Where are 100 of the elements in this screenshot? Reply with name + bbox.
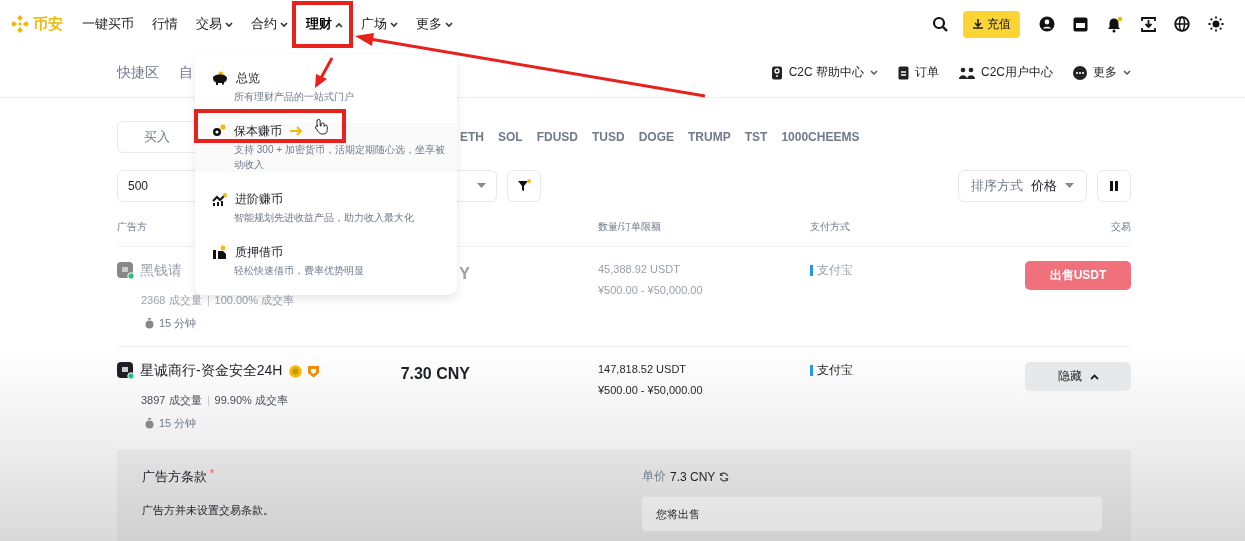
menu-item-title: 保本赚币	[234, 122, 282, 140]
nav-link[interactable]: 合约	[251, 15, 277, 33]
coin-tab[interactable]: TST	[744, 130, 768, 144]
chevron-down-icon[interactable]	[225, 21, 233, 28]
coin-tab[interactable]: 1000CHEEMS	[781, 130, 860, 144]
coin-tab[interactable]: DOGE	[638, 130, 675, 144]
wallet-icon[interactable]	[1073, 16, 1088, 32]
avatar-icon	[117, 262, 135, 280]
payment-method: 支付宝	[810, 365, 853, 376]
timer-icon	[145, 318, 154, 329]
required-mark: *	[210, 468, 214, 481]
coin-tab[interactable]: FDUSD	[536, 130, 578, 144]
timer-icon	[145, 418, 154, 429]
chevron-down-icon[interactable]	[445, 21, 453, 28]
more-icon	[1073, 65, 1087, 80]
subnav-link[interactable]: 自	[179, 63, 193, 82]
column-header: 广告方	[117, 220, 148, 234]
unit-price-label: 单价	[642, 468, 666, 485]
chevron-down-icon[interactable]	[280, 21, 288, 28]
hide-button[interactable]: 隐藏	[1025, 362, 1131, 391]
column-header: 交易	[1110, 220, 1131, 234]
search-icon[interactable]	[932, 16, 948, 32]
logo-icon	[10, 14, 30, 34]
hand-cursor-icon	[315, 118, 328, 135]
piggy-bank-icon	[212, 71, 228, 85]
deposit-button[interactable]: 充值	[963, 10, 1020, 38]
nav-link[interactable]: 交易	[196, 15, 222, 33]
arrow-right-icon	[290, 126, 303, 136]
pointer-arrow	[315, 57, 334, 88]
users-icon	[959, 65, 975, 80]
advertiser-name[interactable]: 星诚商行-资金安全24H	[140, 362, 283, 380]
column-header: 支付方式	[810, 220, 851, 234]
sort-dropdown[interactable]: 排序方式 价格	[958, 170, 1087, 202]
price-text: 7.30 CNY	[400, 365, 470, 383]
download-icon[interactable]	[1141, 16, 1156, 32]
globe-icon[interactable]	[1174, 16, 1190, 32]
bell-icon[interactable]	[1106, 15, 1123, 33]
menu-item[interactable]: 总览 所有理财产品的一站式门户	[195, 70, 457, 104]
theme-icon[interactable]	[1208, 16, 1224, 32]
help-icon	[770, 65, 783, 80]
coin-tab[interactable]: TRUMP	[688, 130, 731, 144]
document-icon	[898, 65, 909, 80]
terms-title: 广告方条款	[142, 468, 207, 486]
pause-icon	[1110, 181, 1118, 191]
terms-text: 广告方并未设置交易条款。	[142, 503, 275, 518]
sell-amount-field[interactable]: 您将出售	[642, 497, 1102, 531]
subnav-link[interactable]: C2C用户中心	[981, 64, 1053, 81]
price-text: Y	[458, 265, 470, 283]
nav-link[interactable]: 理财	[306, 15, 332, 33]
menu-item-title: 进阶赚币	[235, 190, 283, 208]
subnav-link[interactable]: C2C 帮助中心	[788, 64, 864, 81]
menu-item[interactable]: 质押借币 轻松快速借币，费率优势明显	[195, 244, 457, 278]
quantity-text: 45,388.92 USDT	[598, 263, 681, 275]
chart-icon	[212, 192, 227, 206]
subnav-link[interactable]: 更多	[1093, 64, 1117, 81]
subnav-link[interactable]: 快捷区	[117, 63, 159, 82]
filter-button[interactable]	[507, 170, 541, 202]
subnav-link[interactable]: 订单	[915, 64, 939, 81]
loan-icon	[212, 245, 227, 259]
limit-text: ¥500.00 - ¥50,000.00	[598, 284, 704, 296]
chevron-up-icon	[1089, 373, 1099, 380]
nav-link[interactable]: 一键买币	[82, 15, 134, 33]
payment-time: 15 分钟	[159, 316, 197, 331]
menu-item-description: 支持 300 + 加密货币，活期定期随心选，坐享被动收入	[234, 143, 446, 172]
chevron-down-icon[interactable]	[1123, 69, 1131, 76]
nav-link[interactable]: 广场	[361, 15, 387, 33]
order-count: 2368 成交量	[141, 293, 202, 308]
shield-badge-icon	[307, 364, 321, 378]
caret-down-icon	[1065, 183, 1074, 189]
completion-rate: 100.00% 成交率	[214, 293, 294, 308]
coin-tab[interactable]: ETH	[460, 130, 484, 144]
nav-link[interactable]: 行情	[152, 15, 178, 33]
payment-method: 支付宝	[810, 265, 853, 276]
column-header: 数量/订单限额	[598, 220, 662, 234]
chevron-down-icon[interactable]	[870, 69, 878, 76]
payment-time: 15 分钟	[159, 416, 197, 431]
unit-price: 7.3 CNY	[670, 469, 716, 484]
coin-icon	[212, 124, 226, 138]
nav-link[interactable]: 更多	[416, 15, 442, 33]
completion-rate: 99.90% 成交率	[214, 393, 288, 408]
quantity-text: 147,818.52 USDT	[598, 363, 688, 375]
menu-item-title: 质押借币	[235, 243, 283, 261]
menu-item-title: 总览	[236, 69, 260, 87]
menu-item-description: 轻松快速借币，费率优势明显	[234, 264, 365, 278]
chevron-up-icon[interactable]	[335, 21, 343, 28]
coin-tab[interactable]: TUSD	[592, 130, 625, 144]
limit-text: ¥500.00 - ¥50,000.00	[598, 384, 704, 396]
coin-tab[interactable]: SOL	[498, 130, 523, 144]
refresh-icon[interactable]	[719, 471, 730, 482]
download-icon	[972, 18, 984, 30]
menu-item-description: 所有理财产品的一站式门户	[234, 90, 355, 104]
menu-item[interactable]: 保本赚币 支持 300 + 加密货币，活期定期随心选，坐享被动收入	[195, 123, 457, 172]
pause-button[interactable]	[1097, 170, 1131, 202]
menu-item-description: 智能规划先进收益产品，助力收入最大化	[234, 211, 415, 225]
user-icon[interactable]	[1039, 16, 1055, 32]
avatar-icon	[117, 362, 135, 380]
buy-tab[interactable]: 买入	[117, 121, 197, 153]
chevron-down-icon[interactable]	[390, 21, 398, 28]
order-count: 3897 成交量	[141, 393, 202, 408]
highlight-box	[292, 1, 353, 48]
